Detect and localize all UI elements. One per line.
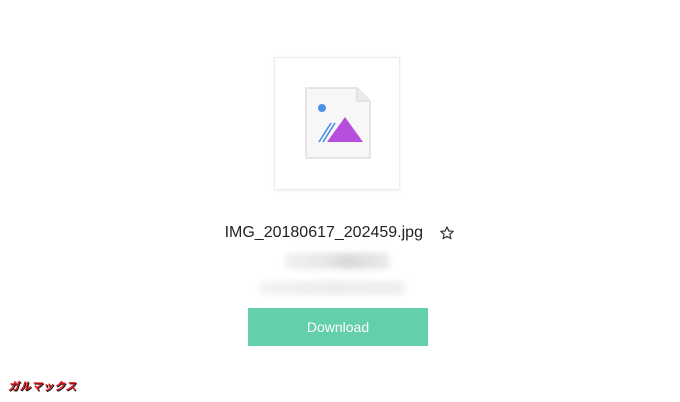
watermark-logo: ガルマックス	[8, 381, 77, 393]
download-button[interactable]: Download	[248, 308, 428, 346]
file-name-row: IMG_20180617_202459.jpg	[0, 222, 680, 244]
star-outline-icon[interactable]	[439, 225, 455, 241]
image-file-icon	[305, 87, 371, 159]
file-share-page: IMG_20180617_202459.jpg Download ガルマックス	[0, 0, 680, 402]
redacted-file-size	[285, 253, 390, 269]
file-name: IMG_20180617_202459.jpg	[224, 224, 423, 241]
file-thumbnail	[274, 57, 400, 190]
redacted-file-info	[260, 281, 405, 295]
